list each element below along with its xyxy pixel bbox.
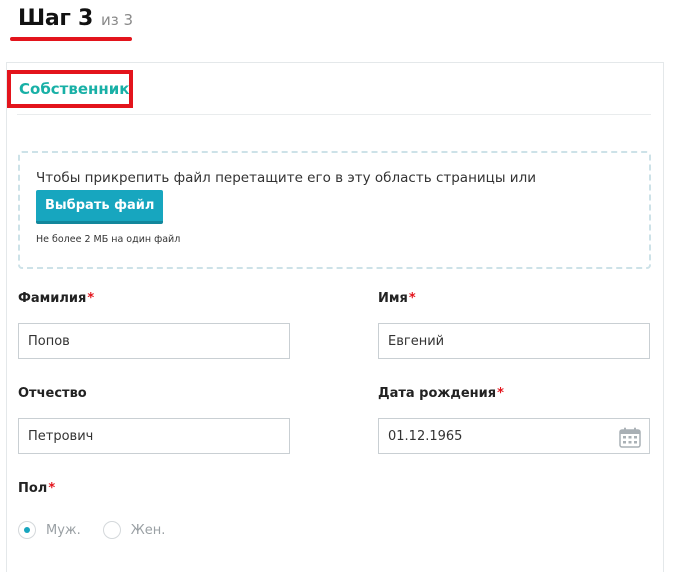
patronymic-input[interactable]: Петрович [18,418,290,454]
step-title: Шаг 3 [18,6,93,31]
file-dropzone[interactable]: Чтобы прикрепить файл перетащите его в э… [18,151,651,269]
birth-date-input[interactable]: 01.12.1965 [378,418,650,454]
file-size-note: Не более 2 МБ на один файл [36,234,181,245]
gender-option-male[interactable]: Муж. [18,521,81,539]
dropzone-instruction: Чтобы прикрепить файл перетащите его в э… [36,170,536,186]
choose-file-button[interactable]: Выбрать файл [36,190,164,224]
calendar-icon[interactable] [619,427,641,448]
first-name-input[interactable]: Евгений [378,323,650,359]
section-divider [17,114,651,115]
required-mark: * [87,291,95,306]
gender-radio-group: Муж. Жен. [18,521,165,539]
section-title: Собственник [19,80,130,98]
required-mark: * [408,291,416,306]
birth-date-label: Дата рождения* [378,386,504,401]
patronymic-label-text: Отчество [18,386,87,401]
form-card [6,62,664,572]
gender-option-label: Жен. [130,522,166,538]
step-total: из 3 [101,11,134,29]
last-name-label-text: Фамилия [18,291,87,306]
first-name-label: Имя* [378,291,416,306]
section-title-highlight: Собственник [7,70,133,108]
last-name-label: Фамилия* [18,291,94,306]
radio-button-male[interactable] [18,521,36,539]
required-mark: * [48,481,56,496]
gender-option-female[interactable]: Жен. [102,521,166,539]
last-name-input[interactable]: Попов [18,323,290,359]
birth-date-value: 01.12.1965 [388,428,463,444]
first-name-label-text: Имя [378,291,408,306]
patronymic-label: Отчество [18,386,87,401]
birth-date-label-text: Дата рождения [378,386,497,401]
gender-label: Пол* [18,481,55,496]
gender-option-label: Муж. [46,522,81,538]
required-mark: * [497,386,504,401]
gender-label-text: Пол [18,481,48,496]
step-header: Шаг 3 из 3 [18,6,133,31]
step-underline [10,37,132,41]
radio-button-female[interactable] [102,521,121,539]
